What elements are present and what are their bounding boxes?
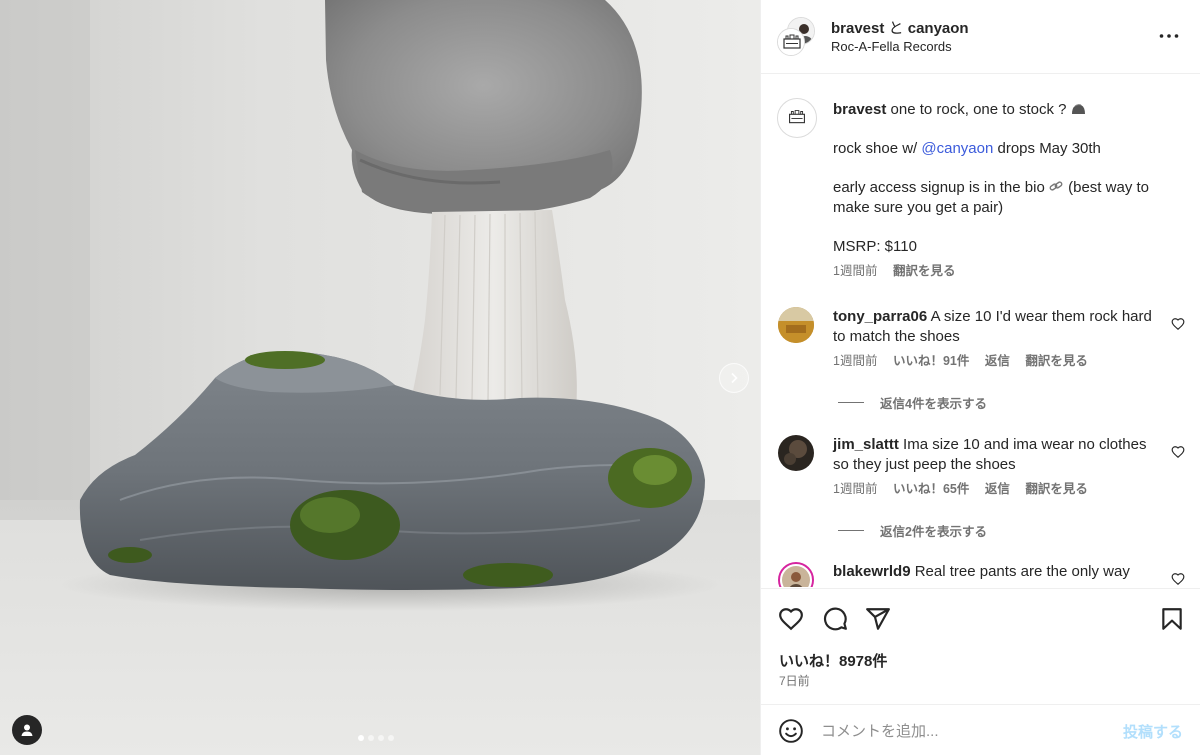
comment-text: Real tree pants are the only way — [914, 563, 1130, 580]
carousel-dot-active — [358, 735, 364, 741]
heart-icon — [1171, 318, 1185, 331]
post-header: bravest と canyaon Roc-A-Fella Records — [761, 0, 1200, 74]
avatar-bravest[interactable] — [777, 28, 805, 56]
comment-reply-button[interactable]: 返信 — [985, 482, 1010, 496]
comment-button[interactable] — [822, 606, 848, 632]
replies-divider — [838, 530, 864, 531]
comment-like-button[interactable] — [1171, 445, 1185, 459]
mention-link[interactable]: @canyaon — [921, 140, 993, 157]
commenter-avatar-story[interactable] — [778, 562, 814, 587]
add-comment-bar: 投稿する — [761, 704, 1200, 755]
replies-divider — [838, 402, 864, 403]
post-timestamp[interactable]: 7日前 — [779, 672, 810, 689]
carousel-dot — [388, 735, 394, 741]
caption-line2-suffix: drops May 30th — [997, 140, 1101, 157]
carousel-indicators — [358, 735, 394, 741]
collab-avatars[interactable] — [777, 17, 817, 57]
comment-username[interactable]: blakewrld9 — [833, 563, 911, 580]
caption-avatar[interactable] — [777, 98, 817, 138]
caption-price: MSRP: $110 — [833, 237, 917, 255]
view-replies-button[interactable]: 返信2件を表示する — [838, 521, 987, 540]
heart-icon — [1171, 573, 1185, 586]
more-horizontal-icon — [1159, 34, 1179, 38]
bravest-logo-icon — [789, 110, 805, 124]
save-button[interactable] — [1159, 606, 1185, 632]
post-comment-button[interactable]: 投稿する — [1123, 721, 1183, 742]
view-replies-button[interactable]: 返信4件を表示する — [838, 393, 987, 412]
carousel-dot — [378, 735, 384, 741]
bravest-logo-icon — [778, 29, 804, 55]
comment-like-button[interactable] — [1171, 572, 1185, 586]
user-icon — [21, 724, 33, 736]
avatar-image — [778, 307, 814, 343]
comment-username[interactable]: jim_slattt — [833, 436, 899, 453]
view-replies-label[interactable]: 返信2件を表示する — [880, 521, 987, 540]
post-caption: bravest one to rock, one to stock ? rock… — [833, 100, 1183, 282]
more-options-button[interactable] — [1157, 26, 1181, 46]
caption-line2-prefix: rock shoe w/ — [833, 140, 918, 157]
likes-count[interactable]: いいね！8978件 — [779, 650, 887, 671]
chevron-right-icon — [731, 372, 738, 384]
avatar-image — [782, 566, 810, 587]
caption-time[interactable]: 1週間前 — [833, 264, 877, 278]
caption-translate-link[interactable]: 翻訳を見る — [893, 264, 956, 278]
comment-likes-count[interactable]: いいね！65件 — [893, 482, 969, 496]
comment-meta: 1週間前 いいね！91件 返信 翻訳を見る — [833, 352, 1163, 372]
comment-meta: 1週間前 いいね！65件 返信 翻訳を見る — [833, 480, 1163, 500]
post-photo[interactable] — [0, 0, 760, 755]
comment-input[interactable] — [821, 719, 1101, 743]
like-button[interactable] — [778, 606, 804, 632]
carousel-next-button[interactable] — [719, 363, 749, 393]
post-audio-label[interactable]: Roc-A-Fella Records — [831, 39, 952, 54]
comment-translate-link[interactable]: 翻訳を見る — [1025, 482, 1088, 496]
tagged-users-button[interactable] — [12, 715, 42, 745]
post-sidebar: bravest と canyaon Roc-A-Fella Records br… — [760, 0, 1200, 755]
commenter-avatar[interactable] — [778, 435, 814, 471]
post-image — [0, 0, 760, 755]
share-button[interactable] — [865, 606, 891, 632]
comment-username[interactable]: tony_parra06 — [833, 308, 927, 325]
coauthor-username[interactable]: canyaon — [908, 20, 969, 37]
post-actions: いいね！8978件 7日前 — [761, 588, 1200, 696]
carousel-dot — [368, 735, 374, 741]
comment-time[interactable]: 1週間前 — [833, 354, 877, 368]
heart-icon — [1171, 446, 1185, 459]
rock-emoji-icon — [1071, 104, 1085, 114]
view-replies-label[interactable]: 返信4件を表示する — [880, 393, 987, 412]
bookmark-icon — [1162, 608, 1182, 630]
comment-like-button[interactable] — [1171, 317, 1185, 331]
comments-list[interactable]: bravest one to rock, one to stock ? rock… — [761, 75, 1200, 587]
comment-reply-button[interactable]: 返信 — [985, 354, 1010, 368]
caption-username[interactable]: bravest — [833, 101, 886, 118]
share-icon — [866, 608, 890, 630]
emoji-picker-button[interactable] — [778, 718, 804, 744]
author-connector: と — [888, 20, 904, 37]
caption-meta: 1週間前 翻訳を見る — [833, 262, 1183, 282]
emoji-icon — [779, 719, 803, 743]
author-username[interactable]: bravest — [831, 20, 884, 37]
heart-icon — [779, 608, 803, 631]
commenter-avatar[interactable] — [778, 307, 814, 343]
caption-line1: one to rock, one to stock ? — [890, 101, 1067, 118]
comment-icon — [823, 607, 847, 631]
post-authors: bravest と canyaon — [831, 17, 969, 38]
link-emoji-icon — [1049, 181, 1063, 191]
avatar-image — [778, 435, 814, 471]
comment-likes-count[interactable]: いいね！91件 — [893, 354, 969, 368]
comment-time[interactable]: 1週間前 — [833, 482, 877, 496]
comment-translate-link[interactable]: 翻訳を見る — [1025, 354, 1088, 368]
caption-line3-prefix: early access signup is in the bio — [833, 179, 1045, 196]
